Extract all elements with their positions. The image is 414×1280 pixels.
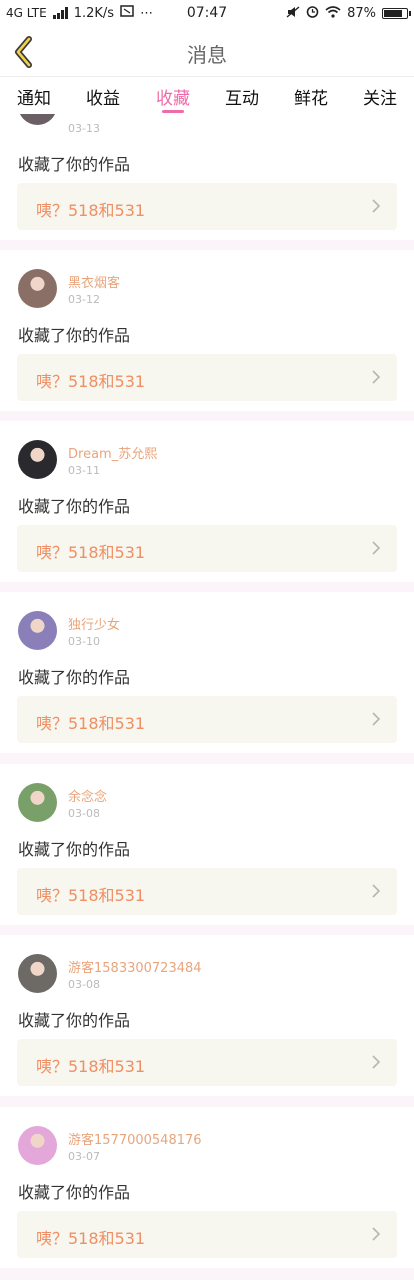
username[interactable]: 黑衣烟客 bbox=[68, 272, 120, 291]
alarm-icon bbox=[306, 5, 319, 22]
active-tab-indicator bbox=[162, 110, 184, 113]
username[interactable]: 游客1577000548176 bbox=[68, 1129, 202, 1148]
tab-notifications[interactable]: 通知 bbox=[17, 84, 51, 109]
chevron-right-icon bbox=[372, 884, 381, 898]
notification-list: 03-13 收藏了你的作品 咦？518和531 黑衣烟客 03-12 收藏了你的… bbox=[0, 114, 414, 1280]
chevron-right-icon bbox=[372, 1227, 381, 1241]
notification-date: 03-13 bbox=[68, 122, 100, 135]
wifi-icon bbox=[325, 5, 341, 22]
action-text: 收藏了你的作品 bbox=[18, 497, 131, 516]
notification-date: 03-10 bbox=[68, 635, 100, 648]
status-right: 87% bbox=[286, 5, 411, 22]
work-link[interactable]: 咦？518和531 bbox=[17, 868, 397, 915]
list-item: 03-13 收藏了你的作品 咦？518和531 bbox=[0, 114, 414, 240]
avatar[interactable] bbox=[18, 954, 57, 993]
work-link[interactable]: 咦？518和531 bbox=[17, 1039, 397, 1086]
notification-date: 03-11 bbox=[68, 464, 100, 477]
avatar[interactable] bbox=[18, 783, 57, 822]
username[interactable]: Dream_苏允熙 bbox=[68, 443, 157, 462]
username[interactable]: 余念念 bbox=[68, 786, 107, 805]
tab-favorites[interactable]: 收藏 bbox=[156, 84, 190, 109]
status-bar: 4G LTE 1.2K/s ⋯ 07:47 87% bbox=[0, 0, 414, 26]
work-title: 咦？518和531 bbox=[36, 543, 146, 562]
chevron-right-icon bbox=[372, 541, 381, 555]
action-text: 收藏了你的作品 bbox=[18, 155, 131, 174]
chevron-right-icon bbox=[372, 1055, 381, 1069]
tab-earnings[interactable]: 收益 bbox=[86, 84, 120, 109]
notification-date: 03-08 bbox=[68, 807, 100, 820]
action-text: 收藏了你的作品 bbox=[18, 1183, 131, 1202]
list-item: 游客1583300723484 03-08 收藏了你的作品 咦？518和531 bbox=[0, 935, 414, 1096]
action-text: 收藏了你的作品 bbox=[18, 840, 131, 859]
tab-interactions[interactable]: 互动 bbox=[225, 84, 259, 109]
notification-date: 03-12 bbox=[68, 293, 100, 306]
list-item: 游客1577000548176 03-07 收藏了你的作品 咦？518和531 bbox=[0, 1107, 414, 1268]
tab-following[interactable]: 关注 bbox=[363, 84, 397, 109]
work-title: 咦？518和531 bbox=[36, 372, 146, 391]
list-item: 黑衣烟客 03-12 收藏了你的作品 咦？518和531 bbox=[0, 250, 414, 411]
tab-flowers[interactable]: 鲜花 bbox=[294, 84, 328, 109]
action-text: 收藏了你的作品 bbox=[18, 326, 131, 345]
avatar[interactable] bbox=[18, 114, 57, 125]
page-title: 消息 bbox=[187, 43, 227, 67]
notification-date: 03-08 bbox=[68, 978, 100, 991]
chevron-right-icon bbox=[372, 370, 381, 384]
avatar[interactable] bbox=[18, 611, 57, 650]
work-title: 咦？518和531 bbox=[36, 714, 146, 733]
action-text: 收藏了你的作品 bbox=[18, 668, 131, 687]
battery-percent: 87% bbox=[347, 6, 376, 21]
action-text: 收藏了你的作品 bbox=[18, 1011, 131, 1030]
work-link[interactable]: 咦？518和531 bbox=[17, 183, 397, 230]
work-title: 咦？518和531 bbox=[36, 886, 146, 905]
work-title: 咦？518和531 bbox=[36, 1229, 146, 1248]
avatar[interactable] bbox=[18, 269, 57, 308]
work-title: 咦？518和531 bbox=[36, 1057, 146, 1076]
username[interactable]: 独行少女 bbox=[68, 614, 120, 633]
list-item: 独行少女 03-10 收藏了你的作品 咦？518和531 bbox=[0, 592, 414, 753]
avatar[interactable] bbox=[18, 1126, 57, 1165]
battery-icon bbox=[382, 8, 411, 19]
work-link[interactable]: 咦？518和531 bbox=[17, 1211, 397, 1258]
avatar[interactable] bbox=[18, 440, 57, 479]
tab-bar: 通知 收益 收藏 互动 鲜花 关注 bbox=[0, 76, 414, 115]
username[interactable]: 游客1583300723484 bbox=[68, 957, 202, 976]
mute-icon bbox=[286, 5, 300, 22]
list-item: 余念念 03-08 收藏了你的作品 咦？518和531 bbox=[0, 764, 414, 925]
chevron-right-icon bbox=[372, 199, 381, 213]
notification-date: 03-07 bbox=[68, 1150, 100, 1163]
battery-fill bbox=[384, 10, 402, 17]
nav-bar: 消息 bbox=[0, 26, 414, 76]
work-title: 咦？518和531 bbox=[36, 201, 146, 220]
list-item: Dream_苏允熙 03-11 收藏了你的作品 咦？518和531 bbox=[0, 421, 414, 582]
work-link[interactable]: 咦？518和531 bbox=[17, 696, 397, 743]
work-link[interactable]: 咦？518和531 bbox=[17, 525, 397, 572]
work-link[interactable]: 咦？518和531 bbox=[17, 354, 397, 401]
chevron-right-icon bbox=[372, 712, 381, 726]
